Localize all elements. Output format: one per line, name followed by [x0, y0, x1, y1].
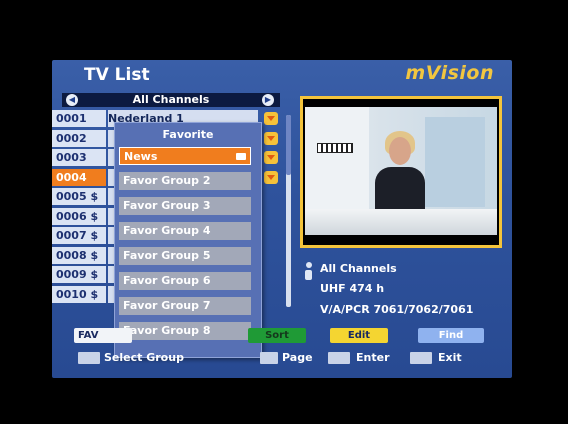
channel-number: 0006 $: [52, 207, 106, 225]
favorite-group-label: News: [124, 150, 158, 163]
group-selector-label: All Channels: [132, 93, 210, 106]
favorite-heart-icon: [264, 112, 278, 125]
favorite-group-label: Favor Group 2: [123, 174, 211, 187]
favorite-group-item[interactable]: Favor Group 2: [119, 172, 251, 190]
checkmark-icon: [236, 153, 246, 160]
brand-logo: mVision: [405, 62, 494, 84]
favorite-group-label: Favor Group 6: [123, 274, 211, 287]
favorite-group-item[interactable]: Favor Group 8: [119, 322, 251, 340]
favorite-group-item[interactable]: Favor Group 5: [119, 247, 251, 265]
hint-enter: Enter: [356, 351, 390, 364]
info-pids: V/A/PCR 7061/7062/7061: [320, 303, 474, 316]
tv-list-panel: TV List mVision ◀ All Channels ▶ 0001 Ned…: [52, 60, 512, 378]
favorite-group-label: Favor Group 7: [123, 299, 211, 312]
info-frequency: UHF 474 h: [320, 282, 385, 295]
arrow-right-icon[interactable]: ▶: [262, 94, 274, 106]
page-title: TV List: [84, 65, 150, 85]
favorite-group-label: Favor Group 8: [123, 324, 211, 337]
find-button[interactable]: Find: [418, 328, 484, 343]
favorite-group-item[interactable]: Favor Group 4: [119, 222, 251, 240]
favorite-popup-title: Favorite: [162, 128, 214, 141]
video-preview: [300, 96, 502, 248]
channel-number: 0001: [52, 110, 106, 127]
favorite-group-label: Favor Group 3: [123, 199, 211, 212]
favorite-group-item[interactable]: Favor Group 6: [119, 272, 251, 290]
fav-button[interactable]: FAV: [74, 328, 132, 343]
tv-screen: TV List mVision ◀ All Channels ▶ 0001 Ned…: [0, 0, 568, 424]
page-key-icon: [260, 352, 278, 364]
info-group: All Channels: [320, 262, 397, 275]
favorite-group-label: Favor Group 4: [123, 224, 211, 237]
video-frame: [305, 107, 497, 235]
channel-number: 0010 $: [52, 285, 106, 303]
favorite-heart-icon: [264, 131, 278, 145]
hint-page: Page: [282, 351, 313, 364]
info-icon: [304, 262, 314, 280]
sort-button[interactable]: Sort: [248, 328, 306, 343]
channel-number: 0009 $: [52, 266, 106, 283]
hint-exit: Exit: [438, 351, 462, 364]
exit-key-icon: [410, 352, 432, 364]
favorite-group-item[interactable]: Favor Group 3: [119, 197, 251, 215]
group-selector[interactable]: ◀ All Channels ▶: [62, 93, 280, 107]
favorite-group-item[interactable]: Favor Group 7: [119, 297, 251, 315]
channel-number: 0005 $: [52, 188, 106, 205]
broadcast-logo: [317, 143, 353, 153]
channel-number: 0003: [52, 149, 106, 166]
favorite-group-item[interactable]: News: [119, 147, 251, 165]
favorite-group-label: Favor Group 5: [123, 249, 211, 262]
channel-number: 0007 $: [52, 227, 106, 244]
hint-select-group: Select Group: [104, 351, 184, 364]
scrollbar-thumb[interactable]: [286, 115, 291, 175]
favorite-popup: Favorite News Favor Group 2 Favor Group 3 F…: [114, 122, 262, 358]
favorite-heart-icon: [264, 170, 278, 184]
favorite-heart-icon: [264, 151, 278, 164]
ok-key-icon: [328, 352, 350, 364]
channel-number: 0004: [52, 168, 106, 186]
edit-button[interactable]: Edit: [330, 328, 388, 343]
arrow-key-icon: [78, 352, 100, 364]
channel-number: 0008 $: [52, 246, 106, 264]
channel-number: 0002: [52, 129, 106, 147]
channel-list-scrollbar[interactable]: [286, 115, 291, 307]
